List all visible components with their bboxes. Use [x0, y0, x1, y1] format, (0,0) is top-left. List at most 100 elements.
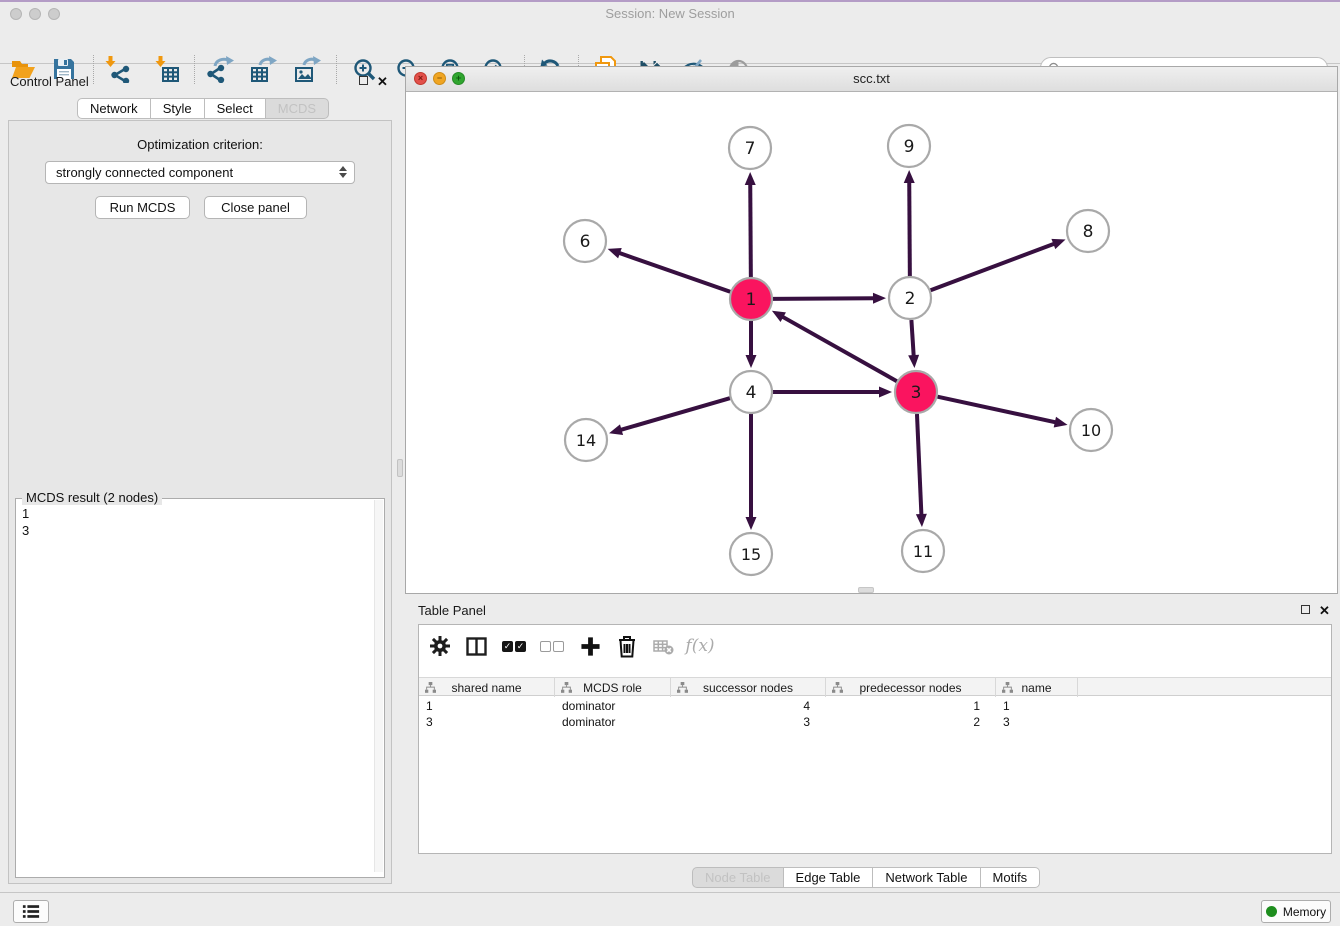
export-network-button[interactable] [206, 56, 234, 82]
table-panel-float-button[interactable] [1301, 605, 1310, 614]
fx-icon: f(x) [685, 636, 714, 656]
svg-text:2: 2 [905, 289, 916, 309]
table-row[interactable]: 1dominator411 [419, 698, 1331, 714]
edge-1-6[interactable] [618, 253, 730, 292]
unchecked-box-icon [540, 641, 551, 652]
export-image-button[interactable] [293, 56, 321, 82]
svg-text:7: 7 [745, 139, 756, 159]
column-header-predecessor-nodes[interactable]: predecessor nodes [826, 678, 996, 697]
split-view-button[interactable] [461, 633, 491, 659]
svg-text:8: 8 [1083, 222, 1094, 242]
edge-3-10[interactable] [937, 397, 1056, 423]
graph-node-1[interactable]: 1 [730, 278, 772, 320]
export-table-button[interactable] [249, 56, 277, 82]
graph-node-11[interactable]: 11 [902, 530, 944, 572]
graph-node-10[interactable]: 10 [1070, 409, 1112, 451]
vertical-splitter-handle[interactable] [397, 459, 403, 477]
graph-node-14[interactable]: 14 [565, 419, 607, 461]
graph-node-8[interactable]: 8 [1067, 210, 1109, 252]
add-column-button[interactable] [575, 633, 605, 659]
column-header-mcds-role[interactable]: MCDS role [555, 678, 671, 697]
edge-arrow-icon [745, 172, 756, 185]
svg-text:10: 10 [1081, 421, 1101, 440]
table-panel-tab-motifs[interactable]: Motifs [981, 867, 1041, 888]
table-cell: dominator [555, 698, 671, 714]
table-panel-tab-node-table[interactable]: Node Table [692, 867, 784, 888]
edge-2-9[interactable] [909, 181, 910, 276]
table-cell: 3 [996, 714, 1078, 730]
table-body: 1dominator4113dominator323 [419, 698, 1331, 730]
table-settings-button[interactable] [425, 633, 455, 659]
edge-1-7[interactable] [750, 183, 751, 277]
memory-status-icon [1266, 906, 1277, 917]
graph-node-9[interactable]: 9 [888, 125, 930, 167]
table-panel-close-button[interactable]: ✕ [1319, 605, 1330, 616]
table-cell: dominator [555, 714, 671, 730]
column-header-successor-nodes[interactable]: successor nodes [671, 678, 826, 697]
table-panel-tab-edge-table[interactable]: Edge Table [784, 867, 874, 888]
task-history-button[interactable] [13, 900, 49, 923]
memory-button[interactable]: Memory [1261, 900, 1331, 923]
table-row[interactable]: 3dominator323 [419, 714, 1331, 730]
network-window-title: scc.txt [406, 67, 1337, 91]
column-header-shared-name[interactable]: shared name [419, 678, 555, 697]
edge-4-14[interactable] [620, 398, 730, 430]
select-all-columns-button[interactable]: ✓ ✓ [499, 633, 529, 659]
optimization-criterion-label: Optimization criterion: [9, 137, 391, 152]
edge-2-8[interactable] [931, 243, 1056, 290]
column-type-icon [561, 682, 572, 693]
close-panel-button[interactable]: Close panel [204, 196, 307, 219]
export-table-icon [250, 56, 277, 83]
graph-node-6[interactable]: 6 [564, 220, 606, 262]
table-panel-tab-network-table[interactable]: Network Table [873, 867, 980, 888]
import-network-icon [104, 56, 131, 83]
delete-column-button[interactable] [612, 633, 642, 659]
mcds-result-group: MCDS result (2 nodes) 1 3 [15, 498, 385, 878]
deselect-all-columns-button[interactable] [537, 633, 567, 659]
memory-label: Memory [1283, 905, 1326, 919]
column-header-label: shared name [451, 681, 521, 695]
edge-1-2[interactable] [773, 298, 875, 299]
toolbar-separator [93, 55, 94, 84]
control-panel-tab-select[interactable]: Select [205, 98, 266, 119]
import-network-button[interactable] [103, 56, 131, 82]
column-type-icon [1002, 682, 1013, 693]
criterion-select[interactable]: strongly connected component [45, 161, 355, 184]
graph-node-3[interactable]: 3 [895, 371, 937, 413]
column-header-name[interactable]: name [996, 678, 1078, 697]
edge-arrow-icon [1054, 417, 1068, 428]
control-panel-tab-style[interactable]: Style [151, 98, 205, 119]
svg-text:3: 3 [911, 383, 922, 403]
control-panel-tab-network[interactable]: Network [77, 98, 151, 119]
horizontal-splitter-handle[interactable] [858, 587, 874, 593]
network-view-window: × − + scc.txt 1234678910111415 [405, 66, 1338, 594]
checked-box-icon: ✓ [502, 641, 513, 652]
graph-node-7[interactable]: 7 [729, 127, 771, 169]
table-panel-title: Table Panel [418, 603, 486, 618]
split-columns-icon [466, 637, 487, 656]
mcds-result-list[interactable]: 1 3 [22, 505, 29, 539]
unchecked-box-icon [553, 641, 564, 652]
graph-node-2[interactable]: 2 [889, 277, 931, 319]
control-panel-title: Control Panel [10, 74, 89, 89]
graph-node-4[interactable]: 4 [730, 371, 772, 413]
export-network-icon [207, 56, 234, 83]
control-panel-float-button[interactable] [359, 76, 368, 85]
delete-table-button [648, 633, 678, 659]
edge-3-1[interactable] [781, 316, 896, 381]
control-panel-close-button[interactable]: ✕ [377, 76, 388, 87]
edge-arrow-icon [908, 355, 919, 368]
table-cell: 3 [671, 714, 826, 730]
application-window: Session: New Session [0, 0, 1340, 926]
column-header-label: name [1021, 681, 1051, 695]
control-panel-tab-mcds[interactable]: MCDS [266, 98, 329, 119]
result-scrollbar[interactable] [374, 500, 383, 872]
edge-2-3[interactable] [911, 320, 913, 357]
svg-text:14: 14 [576, 431, 596, 450]
edge-3-11[interactable] [917, 414, 921, 516]
import-table-button[interactable] [153, 56, 181, 82]
run-mcds-button[interactable]: Run MCDS [95, 196, 190, 219]
column-type-icon [677, 682, 688, 693]
graph-node-15[interactable]: 15 [730, 533, 772, 575]
network-canvas[interactable]: 1 2 3 4 6 7 8 9 10 11 14 15 [406, 92, 1337, 593]
